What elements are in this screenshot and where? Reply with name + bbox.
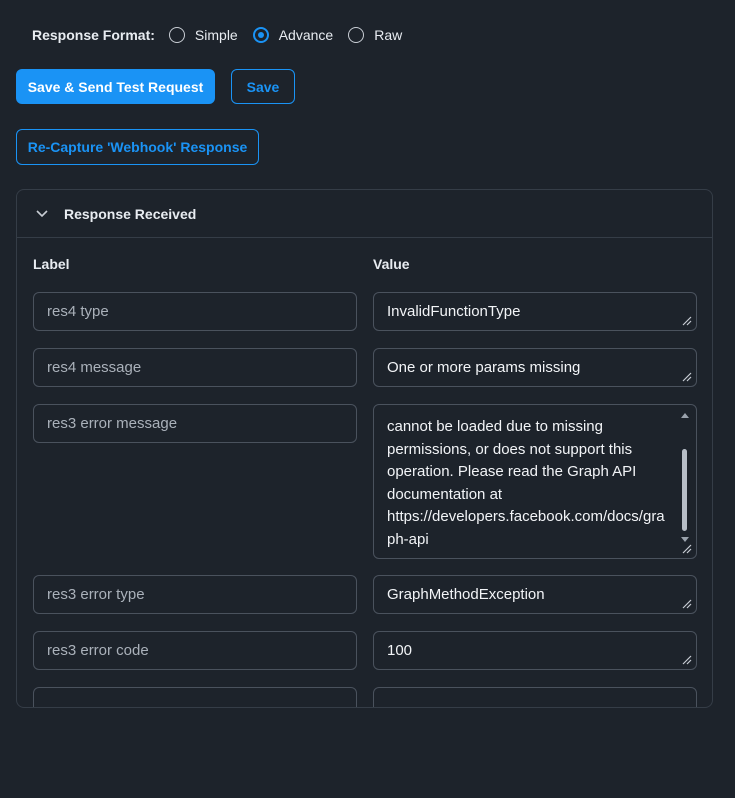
save-send-test-request-button[interactable]: Save & Send Test Request [16, 69, 215, 104]
response-format-row: Response Format: Simple Advance Raw [32, 24, 417, 46]
response-format-label: Response Format: [32, 27, 155, 43]
scrollbar[interactable] [680, 411, 690, 552]
radio-option-simple[interactable]: Simple [168, 27, 238, 43]
radio-option-advance[interactable]: Advance [252, 27, 333, 43]
radio-simple-label[interactable]: Simple [195, 27, 238, 43]
value-field-res4-type[interactable]: InvalidFunctionType [373, 292, 697, 331]
label-field-res3-error-message[interactable]: res3 error message [33, 404, 357, 443]
panel-title: Response Received [64, 205, 197, 222]
value-text: One or more params missing [387, 359, 581, 376]
label-field-res3-error-code[interactable]: res3 error code [33, 631, 357, 670]
recapture-webhook-response-button[interactable]: Re-Capture 'Webhook' Response [16, 129, 259, 165]
value-column-header: Value [373, 256, 410, 272]
panel-header[interactable]: Response Received [17, 190, 712, 238]
radio-advance[interactable] [252, 27, 269, 43]
resize-handle-icon[interactable] [682, 544, 692, 554]
radio-raw[interactable] [348, 27, 365, 43]
label-text: res4 type [47, 303, 109, 320]
label-text: res3 error code [47, 642, 149, 659]
value-text: InvalidFunctionType [387, 303, 521, 320]
value-field-res3-error-message[interactable]: cannot be loaded due to missing permissi… [373, 404, 697, 559]
label-text: res3 error type [47, 586, 145, 603]
value-text: 100 [387, 642, 413, 659]
scroll-down-arrow-icon[interactable] [681, 537, 689, 542]
label-text: res3 error message [47, 415, 178, 432]
response-received-panel: Response Received Label Value res4 type … [16, 189, 713, 708]
resize-handle-icon[interactable] [682, 655, 692, 665]
value-field-res3-error-type[interactable]: GraphMethodException [373, 575, 697, 614]
radio-raw-label[interactable]: Raw [374, 27, 402, 43]
chevron-down-icon[interactable] [34, 206, 50, 222]
label-text: res4 message [47, 359, 142, 376]
value-field-res4-message[interactable]: One or more params missing [373, 348, 697, 387]
radio-simple[interactable] [168, 27, 185, 43]
resize-handle-icon[interactable] [682, 372, 692, 382]
label-field-res4-type[interactable]: res4 type [33, 292, 357, 331]
scroll-thumb[interactable] [682, 449, 687, 531]
radio-advance-label[interactable]: Advance [279, 27, 333, 43]
label-field-res3-error-type[interactable]: res3 error type [33, 575, 357, 614]
value-field-res3-error-code[interactable]: 100 [373, 631, 697, 670]
save-button[interactable]: Save [231, 69, 295, 104]
value-field-partial[interactable] [373, 687, 697, 707]
label-column-header: Label [33, 256, 70, 272]
radio-option-raw[interactable]: Raw [348, 27, 402, 43]
value-text: GraphMethodException [387, 586, 545, 603]
resize-handle-icon[interactable] [682, 599, 692, 609]
scroll-up-arrow-icon[interactable] [681, 413, 689, 418]
value-text: cannot be loaded due to missing permissi… [387, 418, 665, 548]
resize-handle-icon[interactable] [682, 316, 692, 326]
label-field-res4-message[interactable]: res4 message [33, 348, 357, 387]
label-field-partial[interactable] [33, 687, 357, 707]
